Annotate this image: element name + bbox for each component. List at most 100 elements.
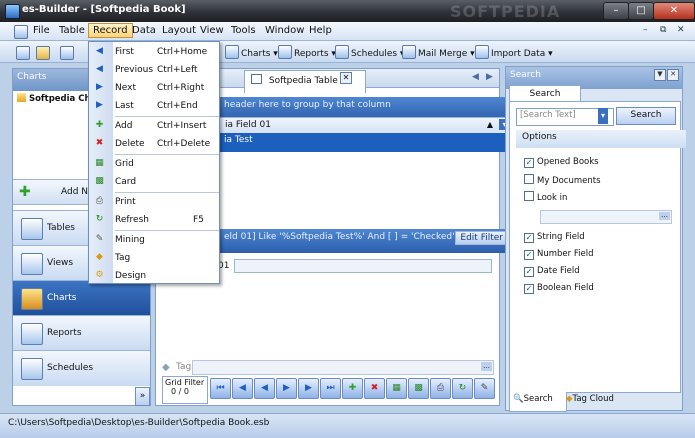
- reports-icon: [278, 45, 292, 59]
- charts-button[interactable]: Charts ▾: [225, 45, 278, 59]
- menu-file[interactable]: File: [33, 25, 50, 36]
- menu-item-card[interactable]: ▩ Card: [89, 173, 219, 191]
- schedules-button[interactable]: Schedules ▾: [335, 45, 404, 59]
- mail-merge-button[interactable]: Mail Merge ▾: [402, 45, 475, 59]
- option-string-field[interactable]: ✓ String Field: [524, 232, 585, 243]
- charts-icon: [225, 45, 239, 59]
- search-body: [Search Text] ▾ Search Options ✓ Opened B…: [509, 101, 686, 393]
- mdi-close-icon[interactable]: ✕: [677, 25, 685, 35]
- mdi-minimize-icon[interactable]: –: [643, 25, 648, 35]
- menu-item-previous[interactable]: ◀ Previous Ctrl+Left: [89, 61, 219, 79]
- menu-table[interactable]: Table: [59, 25, 85, 36]
- menu-item-print[interactable]: ⎙ Print: [89, 193, 219, 211]
- nav-charts[interactable]: Charts: [13, 280, 150, 316]
- checkbox-unchecked[interactable]: [524, 191, 534, 201]
- menu-tools[interactable]: Tools: [231, 25, 256, 36]
- chart-list-item[interactable]: Softpedia Cha: [17, 93, 96, 104]
- maximize-button[interactable]: □: [628, 2, 654, 20]
- panel-close-icon[interactable]: ✕: [667, 69, 679, 81]
- tab-close-icon[interactable]: ✕: [340, 72, 352, 84]
- checkbox-checked[interactable]: ✓: [524, 250, 534, 260]
- nav-mining-button[interactable]: ✎: [474, 378, 495, 399]
- menu-layout[interactable]: Layout: [162, 25, 196, 36]
- nav-add-button[interactable]: ✚: [342, 378, 363, 399]
- nav-grid-button[interactable]: ▦: [386, 378, 407, 399]
- menu-item-grid[interactable]: ▦ Grid: [89, 155, 219, 173]
- nav-delete-button[interactable]: ✖: [364, 378, 385, 399]
- grid-filter-box[interactable]: Grid Filter 0 / 0: [162, 376, 208, 404]
- nav-next-page-button[interactable]: ▶: [298, 378, 319, 399]
- tag-browse-icon[interactable]: …: [481, 362, 492, 371]
- last-icon: ▶: [96, 100, 103, 110]
- nav-prev-page-button[interactable]: ◀: [232, 378, 253, 399]
- add-icon: ✚: [19, 184, 31, 200]
- checkbox-checked[interactable]: ✓: [524, 233, 534, 243]
- close-button[interactable]: ✕: [653, 2, 695, 20]
- option-my-documents[interactable]: My Documents: [524, 174, 601, 186]
- menu-item-last[interactable]: ▶ Last Ctrl+End: [89, 97, 219, 115]
- option-boolean-field[interactable]: ✓ Boolean Field: [524, 283, 594, 294]
- option-opened-books[interactable]: ✓ Opened Books: [524, 157, 599, 168]
- panel-pin-icon[interactable]: ▼: [654, 69, 666, 81]
- menu-item-refresh[interactable]: ↻ Refresh F5: [89, 211, 219, 229]
- layout-icon[interactable]: [60, 46, 74, 60]
- checkbox-checked[interactable]: ✓: [524, 158, 534, 168]
- minimize-button[interactable]: –: [603, 2, 629, 20]
- menu-item-tag[interactable]: ◆ Tag: [89, 249, 219, 267]
- menu-item-add[interactable]: ✚ Add Ctrl+Insert: [89, 117, 219, 135]
- look-in-path-input[interactable]: …: [540, 210, 672, 224]
- nav-print-button[interactable]: ⎙: [430, 378, 451, 399]
- nav-first-button[interactable]: ⏮: [210, 378, 231, 399]
- reports-nav-icon: [21, 323, 43, 345]
- option-number-field[interactable]: ✓ Number Field: [524, 249, 593, 260]
- new-book-icon[interactable]: [16, 46, 30, 60]
- option-date-field[interactable]: ✓ Date Field: [524, 266, 580, 277]
- menu-data[interactable]: Data: [132, 25, 156, 36]
- views-icon: [21, 253, 43, 275]
- search-button[interactable]: Search: [616, 107, 676, 125]
- open-folder-icon[interactable]: [36, 46, 50, 60]
- checkbox-unchecked[interactable]: [524, 174, 534, 184]
- filter-bar: eld 01] Like '%Softpedia Test%' And [ ] …: [218, 229, 512, 253]
- tag-input[interactable]: …: [192, 360, 494, 375]
- tab-scroll-left-icon[interactable]: ◀: [472, 72, 479, 82]
- menu-item-delete[interactable]: ✖ Delete Ctrl+Delete: [89, 135, 219, 153]
- menu-item-next[interactable]: ▶ Next Ctrl+Right: [89, 79, 219, 97]
- menu-item-mining[interactable]: ✎ Mining: [89, 231, 219, 249]
- menu-item-first[interactable]: ◀ First Ctrl+Home: [89, 43, 219, 61]
- menu-help[interactable]: Help: [309, 25, 332, 36]
- edit-filter-button[interactable]: Edit Filter: [455, 231, 508, 245]
- checkbox-checked[interactable]: ✓: [524, 267, 534, 277]
- bottom-tab-tag-cloud[interactable]: ◆Tag Cloud: [563, 392, 631, 411]
- mdi-restore-icon[interactable]: ⧉: [660, 25, 666, 35]
- app-menu-icon[interactable]: [14, 25, 28, 39]
- menu-window[interactable]: Window: [265, 25, 304, 36]
- nav-refresh-button[interactable]: ↻: [452, 378, 473, 399]
- nav-next-button[interactable]: ▶: [276, 378, 297, 399]
- bottom-tab-search[interactable]: 🔍Search: [509, 392, 567, 412]
- previous-icon: ◀: [96, 64, 103, 74]
- nav-last-button[interactable]: ⏭: [320, 378, 341, 399]
- menu-record[interactable]: Record: [88, 23, 133, 38]
- charts-nav-icon: [21, 288, 43, 310]
- nav-card-button[interactable]: ▩: [408, 378, 429, 399]
- menu-view[interactable]: View: [200, 25, 224, 36]
- table-row[interactable]: ia Test: [218, 133, 512, 152]
- add-icon: ✚: [95, 120, 104, 130]
- look-in-browse-icon[interactable]: …: [659, 212, 670, 220]
- app-icon: [5, 4, 20, 19]
- nav-schedules[interactable]: Schedules: [13, 350, 150, 386]
- checkbox-checked[interactable]: ✓: [524, 284, 534, 294]
- reports-button[interactable]: Reports ▾: [278, 45, 336, 59]
- nav-expand-button[interactable]: »: [135, 387, 150, 406]
- import-data-button[interactable]: Import Data ▾: [475, 45, 553, 59]
- menu-item-design[interactable]: ⚙ Design: [89, 267, 219, 285]
- tab-scroll-right-icon[interactable]: ▶: [486, 72, 493, 82]
- field-input[interactable]: [234, 259, 492, 273]
- nav-reports[interactable]: Reports: [13, 315, 150, 351]
- refresh-icon: ↻: [95, 214, 104, 224]
- search-dropdown-icon[interactable]: ▾: [598, 108, 608, 124]
- option-look-in[interactable]: Look in: [524, 191, 567, 203]
- first-icon: ◀: [96, 46, 103, 56]
- nav-prev-button[interactable]: ◀: [254, 378, 275, 399]
